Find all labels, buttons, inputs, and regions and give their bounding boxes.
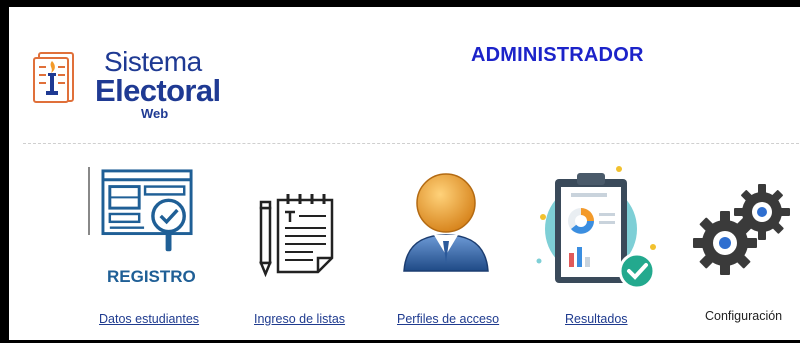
results-clipboard-icon[interactable] bbox=[531, 165, 661, 290]
menu-item-perfiles-de-acceso[interactable]: Perfiles de acceso bbox=[394, 167, 504, 332]
page-title: ADMINISTRADOR bbox=[471, 44, 644, 66]
logo: Sistema Electoral Web bbox=[31, 43, 231, 123]
ballot-logo-icon bbox=[33, 52, 74, 103]
app-window: Sistema Electoral Web ADMINISTRADOR REGI… bbox=[0, 0, 800, 343]
registration-form-icon[interactable] bbox=[99, 167, 197, 260]
ingreso-de-listas-link[interactable]: Ingreso de listas bbox=[254, 312, 345, 326]
menu-item-configuracion[interactable]: Configuración bbox=[689, 179, 800, 332]
gears-icon[interactable] bbox=[689, 179, 799, 279]
logo-line-electoral: Electoral bbox=[95, 73, 221, 108]
vertical-separator bbox=[88, 167, 90, 235]
user-profile-icon[interactable] bbox=[396, 167, 496, 277]
divider bbox=[23, 143, 800, 144]
notepad-pencil-icon[interactable] bbox=[257, 190, 339, 280]
menu-item-ingreso-de-listas[interactable]: Ingreso de listas bbox=[245, 182, 355, 332]
menu-item-datos-estudiantes[interactable]: REGISTRO Datos estudiantes bbox=[93, 167, 203, 332]
logo-line-web: Web bbox=[141, 106, 169, 121]
menu-item-resultados[interactable]: Resultados bbox=[531, 165, 666, 332]
resultados-link[interactable]: Resultados bbox=[565, 312, 628, 326]
configuracion-link[interactable]: Configuración bbox=[705, 309, 782, 323]
registro-caption: REGISTRO bbox=[107, 267, 196, 286]
perfiles-de-acceso-link[interactable]: Perfiles de acceso bbox=[397, 312, 499, 326]
datos-estudiantes-link[interactable]: Datos estudiantes bbox=[99, 312, 199, 326]
